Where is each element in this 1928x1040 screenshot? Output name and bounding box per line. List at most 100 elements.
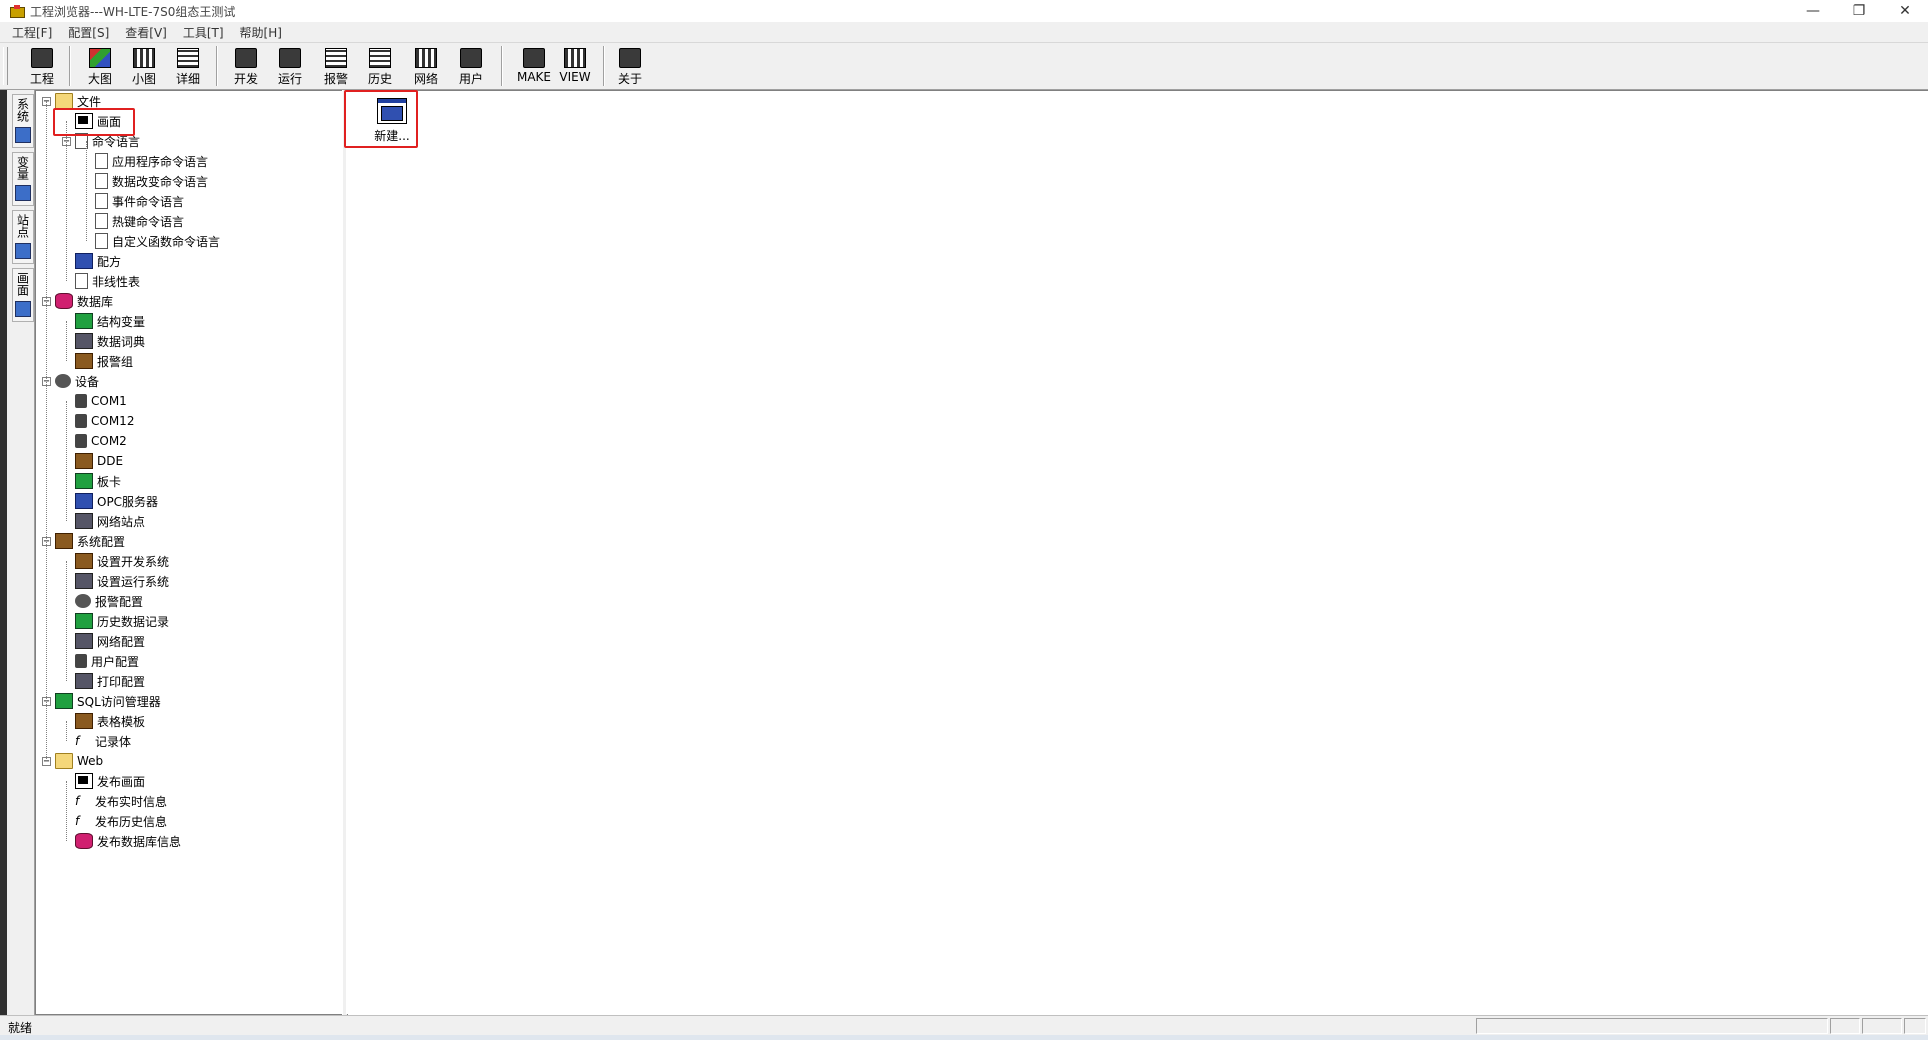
tree-item-document[interactable]: 自定义函数命令语言 [95,231,220,251]
toolbar-about-button[interactable]: 关于 [609,45,651,87]
tree-item-dictionary[interactable]: 数据词典 [75,331,145,351]
tree-item-function[interactable]: f 发布历史信息 [75,811,167,831]
tree-item-struct[interactable]: 结构变量 [75,311,145,331]
tree-item-document[interactable]: 事件命令语言 [95,191,184,211]
tree-item-run-setup[interactable]: 设置运行系统 [75,571,169,591]
tree-item-folder[interactable]: − Web [42,751,103,771]
tree-item-recipe[interactable]: 配方 [75,251,121,271]
toolbar-separator [69,46,71,86]
folder-icon [55,93,73,109]
status-panel [1904,1018,1926,1034]
toolbar-details-button[interactable]: 详细 [167,45,209,87]
tree-item-network[interactable]: 网络站点 [75,511,145,531]
history-icon [369,48,391,68]
tree-item-tools[interactable]: − 系统配置 [42,531,125,551]
side-tab-strip: 系统 变量 站点 画面 [0,90,35,1015]
highlight-screen-node [53,108,135,136]
tab-system[interactable]: 系统 [12,94,34,148]
menu-tools[interactable]: 工具[T] [181,24,226,41]
history-icon [75,613,93,629]
small-icons-icon [133,48,155,68]
tree-item-alarm-config[interactable]: 报警配置 [75,591,143,611]
tree-item-table[interactable]: 非线性表 [75,271,140,291]
toolbar-large-icons-button[interactable]: 大图 [79,45,121,87]
toolbar-run-button[interactable]: 运行 [269,45,311,87]
tree-item-plug[interactable]: COM12 [75,411,134,431]
tree-item-database[interactable]: 发布数据库信息 [75,831,181,851]
user-icon [460,48,482,68]
tree-item-device[interactable]: − 设备 [42,371,99,391]
maximize-button[interactable]: ❐ [1836,0,1882,22]
toolbar-history-button[interactable]: 历史 [359,45,401,87]
toolbar-separator [501,46,503,86]
tree-item-sql[interactable]: − SQL访问管理器 [42,691,161,711]
tree-item-label: 打印配置 [97,674,146,689]
toolbar-label: 详细 [175,72,200,86]
toolbar-project-button[interactable]: 工程 [21,45,63,87]
tree-item-template[interactable]: 表格模板 [75,711,145,731]
toolbar: 工程 大图 小图 详细 开发 运行 报警 历史 网络 用户 MAKE VIEW … [0,43,1928,90]
window-edge [0,90,7,1015]
dde-icon [75,453,93,469]
tree-item-dde[interactable]: DDE [75,451,123,471]
toolbar-grip[interactable] [3,47,8,85]
toolbar-alarm-button[interactable]: 报警 [315,45,357,87]
tree-item-label: 系统配置 [77,534,126,549]
tree-item-label: 记录体 [95,734,132,749]
toolbar-user-button[interactable]: 用户 [450,45,492,87]
tree-item-label: 历史数据记录 [97,614,170,629]
menu-help[interactable]: 帮助[H] [238,24,284,41]
close-button[interactable]: ✕ [1882,0,1928,22]
toolbar-label: 关于 [617,72,642,86]
content-pane[interactable] [346,90,1928,1014]
toolbar-label: MAKE [516,70,551,84]
menu-project[interactable]: 工程[F] [10,24,54,41]
tree-item-document[interactable]: 应用程序命令语言 [95,151,208,171]
station-icon [15,243,31,259]
tree-item-plug[interactable]: COM2 [75,431,127,451]
tab-stations[interactable]: 站点 [12,210,34,264]
tree-item-opc[interactable]: OPC服务器 [75,491,158,511]
struct-icon [75,313,93,329]
printer-icon [75,673,93,689]
minimize-button[interactable]: — [1790,0,1836,22]
tree-connector [46,101,47,761]
tree-item-printer[interactable]: 打印配置 [75,671,145,691]
toolbar-develop-button[interactable]: 开发 [225,45,267,87]
plug-icon [75,414,87,428]
toolbar-view-button[interactable]: VIEW [552,45,598,87]
large-icons-icon [89,48,111,68]
tree-item-database[interactable]: − 数据库 [42,291,113,311]
toolbar-small-icons-button[interactable]: 小图 [123,45,165,87]
tab-variables[interactable]: 变量 [12,152,34,206]
tree-item-network[interactable]: 网络配置 [75,631,145,651]
tree-item-function[interactable]: f 记录体 [75,731,131,751]
tree-item-screen[interactable]: 发布画面 [75,771,145,791]
tree-item-label: 发布画面 [97,774,146,789]
tree-item-label: OPC服务器 [97,494,159,509]
tree-connector [66,321,67,361]
tab-screens[interactable]: 画面 [12,268,34,322]
tree-item-document[interactable]: 热键命令语言 [95,211,184,231]
tree-item-label: 发布数据库信息 [97,834,182,849]
tree-item-document[interactable]: 数据改变命令语言 [95,171,208,191]
tree-item-user[interactable]: 用户配置 [75,651,139,671]
tree-item-label: 事件命令语言 [112,194,185,209]
menu-config[interactable]: 配置[S] [66,24,111,41]
alarm-icon [325,48,347,68]
tree-item-board[interactable]: 板卡 [75,471,121,491]
status-bar: 就绪 [0,1015,1928,1036]
menu-view[interactable]: 查看[V] [123,24,169,41]
tree-item-function[interactable]: f 发布实时信息 [75,791,167,811]
function-icon: f [75,794,91,808]
tree-item-dev-setup[interactable]: 设置开发系统 [75,551,169,571]
tree-item-alarm-group[interactable]: 报警组 [75,351,133,371]
toolbar-make-button[interactable]: MAKE [510,45,558,87]
tree-item-history[interactable]: 历史数据记录 [75,611,169,631]
project-tree[interactable]: − 文件 画面 − 命令语言 应用程序命令语言 数据改变命令语言 事件命令语言 热键命令语言 自定… [35,90,343,1015]
tree-item-label: COM2 [91,434,127,448]
project-icon [31,48,53,68]
toolbar-label: VIEW [559,70,591,84]
toolbar-network-button[interactable]: 网络 [405,45,447,87]
tree-item-plug[interactable]: COM1 [75,391,127,411]
